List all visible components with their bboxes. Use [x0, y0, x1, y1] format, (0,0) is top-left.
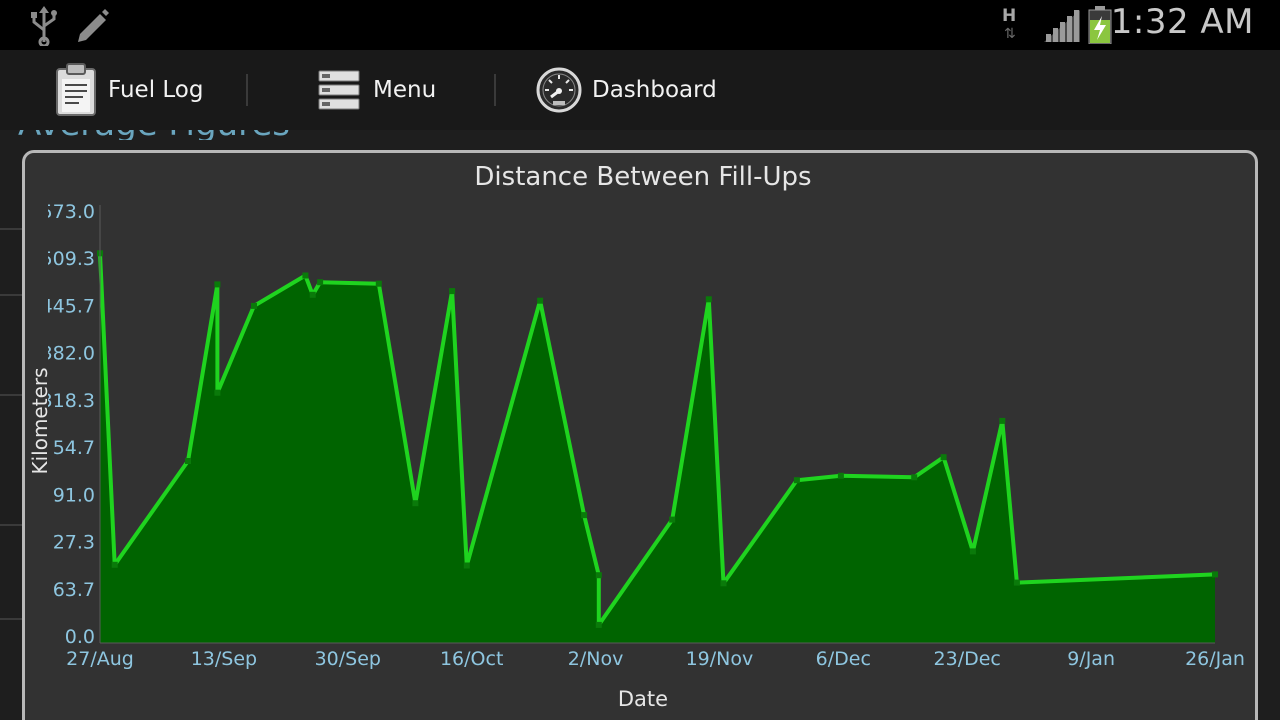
y-tick-label: 573.0 — [41, 201, 95, 223]
chart-title: Distance Between Fill-Ups — [474, 162, 811, 192]
usb-icon — [31, 6, 57, 46]
y-tick-label: 382.0 — [41, 343, 95, 365]
data-point — [375, 280, 382, 287]
network-type-label: H — [1002, 6, 1017, 26]
distance-chart: Distance Between Fill-Ups 0.0 63.7 27.3 91.… — [28, 162, 1245, 711]
data-point — [309, 291, 316, 298]
network-type-icon: H ⇅ — [1002, 6, 1017, 42]
pencil-icon — [78, 9, 109, 42]
gauge-icon — [536, 67, 582, 113]
data-point — [911, 474, 918, 481]
divider — [0, 228, 22, 230]
tab-menu[interactable]: Menu — [318, 50, 494, 130]
tab-fuel-log[interactable]: Fuel Log — [48, 50, 244, 130]
battery-charging-icon — [1088, 6, 1112, 44]
data-point — [412, 500, 419, 507]
data-point — [463, 562, 470, 569]
section-heading-text: Average Figures — [18, 130, 290, 140]
y-axis-label: Kilometers — [28, 367, 52, 474]
tab-dashboard-label: Dashboard — [592, 77, 717, 103]
data-point — [537, 297, 544, 304]
data-point — [720, 580, 727, 587]
y-tick-label: 63.7 — [53, 579, 95, 601]
chart-dialog[interactable]: Distance Between Fill-Ups 0.0 63.7 27.3 91.… — [22, 150, 1258, 720]
data-point — [793, 477, 800, 484]
y-tick-label: 91.0 — [53, 484, 95, 506]
x-tick-label: 6/Dec — [816, 648, 871, 670]
x-tick-label: 26/Jan — [1185, 648, 1245, 670]
x-tick-label: 30/Sep — [315, 648, 381, 670]
data-point — [111, 561, 118, 568]
tab-fuel-log-label: Fuel Log — [108, 77, 204, 103]
x-tick-label: 13/Sep — [191, 648, 257, 670]
area-layer — [97, 250, 1218, 644]
data-point — [251, 302, 257, 309]
tab-divider — [494, 74, 496, 106]
data-point — [595, 572, 602, 579]
data-point — [969, 548, 976, 555]
data-point — [669, 516, 676, 523]
tab-dashboard[interactable]: Dashboard — [536, 50, 742, 130]
series-area-fill — [100, 253, 1215, 644]
data-point — [449, 288, 456, 295]
x-axis-label: Date — [618, 687, 668, 711]
x-tick-label: 9/Jan — [1067, 648, 1115, 670]
data-point — [302, 272, 309, 279]
menu-list-icon — [318, 70, 360, 110]
y-tick-label: 509.3 — [41, 248, 95, 270]
x-tick-label: 16/Oct — [440, 648, 503, 670]
data-point — [581, 512, 588, 519]
x-tick-label: 2/Nov — [568, 648, 624, 670]
x-tick-label: 27/Aug — [66, 648, 134, 670]
status-bar: H ⇅ 1:32 AM — [0, 0, 1280, 50]
x-tick-label: 23/Dec — [934, 648, 1001, 670]
data-point — [317, 279, 324, 286]
data-point — [940, 454, 947, 461]
x-tick-label: 19/Nov — [686, 648, 754, 670]
data-point — [837, 472, 844, 479]
tab-divider — [246, 74, 248, 106]
tab-menu-label: Menu — [373, 77, 437, 103]
data-point — [214, 281, 221, 288]
data-point — [1013, 579, 1020, 586]
clipboard-icon — [56, 63, 96, 116]
data-point — [214, 389, 221, 396]
divider — [0, 394, 22, 396]
data-point — [999, 417, 1006, 424]
y-tick-label: 445.7 — [41, 295, 95, 317]
data-point — [595, 621, 602, 628]
section-heading: Average Figures — [18, 130, 328, 140]
data-point — [705, 296, 712, 303]
action-bar: Fuel Log Menu Dashboard — [0, 50, 1280, 180]
data-point — [185, 458, 191, 464]
divider — [0, 294, 22, 296]
divider — [0, 618, 22, 620]
y-tick-label: 54.7 — [53, 437, 95, 459]
y-tick-label: 0.0 — [65, 626, 95, 648]
divider — [0, 524, 22, 526]
signal-icon — [1044, 10, 1080, 42]
x-tick-labels: 27/Aug 13/Sep 30/Sep 16/Oct 2/Nov 19/Nov 6/Dec… — [66, 648, 1245, 670]
y-tick-label: 27.3 — [53, 532, 95, 554]
clock: 1:32 AM — [1110, 2, 1254, 42]
data-point — [1212, 571, 1218, 578]
